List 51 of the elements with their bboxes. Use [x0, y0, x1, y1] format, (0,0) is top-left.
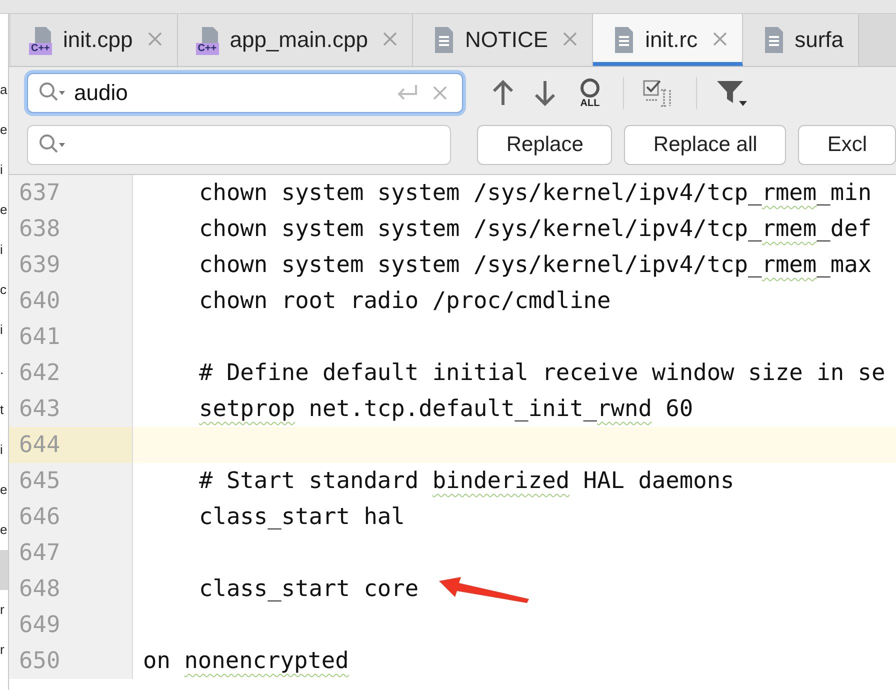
code-line: chown system system /sys/kernel/ipv4/tcp_rmem_min: [199, 179, 872, 208]
line-number: 650: [9, 643, 133, 679]
line-number: 644: [9, 427, 133, 463]
replace-button[interactable]: Replace: [477, 125, 612, 165]
panel-text[interactable]: e: [0, 110, 8, 150]
panel-text[interactable]: e: [0, 470, 8, 510]
file-tab[interactable]: C++ app_main.cpp: [178, 14, 413, 66]
panel-text[interactable]: r: [0, 630, 8, 670]
code-line: class_start hal: [199, 503, 405, 532]
arrow-down-icon[interactable]: [533, 79, 557, 107]
code-line: chown system system /sys/kernel/ipv4/tcp_rmem_max: [199, 251, 872, 280]
line-number: 649: [9, 607, 133, 643]
code-line: setprop net.tcp.default_init_rwnd 60: [199, 395, 694, 424]
panel-text[interactable]: .: [0, 350, 8, 390]
replace-button[interactable]: Excl: [798, 125, 896, 165]
panel-text[interactable]: t: [0, 390, 8, 430]
line-number: 647: [9, 535, 133, 571]
line-number: 646: [9, 499, 133, 535]
panel-text[interactable]: e: [0, 510, 8, 550]
replace-field[interactable]: [27, 125, 452, 165]
select-all-button[interactable]: ALL: [575, 77, 605, 109]
file-tab[interactable]: init.rc: [593, 14, 743, 66]
panel-text[interactable]: e: [0, 190, 8, 230]
line-number: 648: [9, 571, 133, 607]
panel-text[interactable]: r: [0, 590, 8, 630]
code-line: chown system system /sys/kernel/ipv4/tcp_rmem_def: [199, 215, 872, 244]
code-line: chown root radio /proc/cmdline: [199, 287, 611, 316]
code-line: on nonencrypted: [143, 647, 349, 676]
code-line: # Start standard binderized HAL daemons: [199, 467, 734, 496]
arrow-up-icon[interactable]: [491, 79, 515, 107]
panel-text[interactable]: i: [0, 430, 8, 470]
panel-text[interactable]: i: [0, 230, 8, 270]
line-number: 643: [9, 391, 133, 427]
code-line: class_start core: [199, 575, 419, 604]
line-number: 640: [9, 283, 133, 319]
panel-text[interactable]: a: [0, 70, 8, 110]
line-number: 637: [9, 175, 133, 211]
line-number: 645: [9, 463, 133, 499]
line-number: 641: [9, 319, 133, 355]
line-number: 639: [9, 247, 133, 283]
panel-text[interactable]: i: [0, 150, 8, 190]
search-field[interactable]: audio: [27, 73, 463, 113]
file-tab[interactable]: NOTICE: [412, 14, 594, 66]
code-line: # Define default initial receive window size in se: [199, 359, 886, 388]
panel-text[interactable]: i: [0, 310, 8, 350]
line-number: 642: [9, 355, 133, 391]
panel-text[interactable]: c: [0, 270, 8, 310]
replace-button[interactable]: Replace all: [624, 125, 786, 165]
file-tab[interactable]: surfa: [742, 14, 859, 66]
file-tab[interactable]: C++ init.cpp: [11, 14, 178, 66]
line-number: 638: [9, 211, 133, 247]
